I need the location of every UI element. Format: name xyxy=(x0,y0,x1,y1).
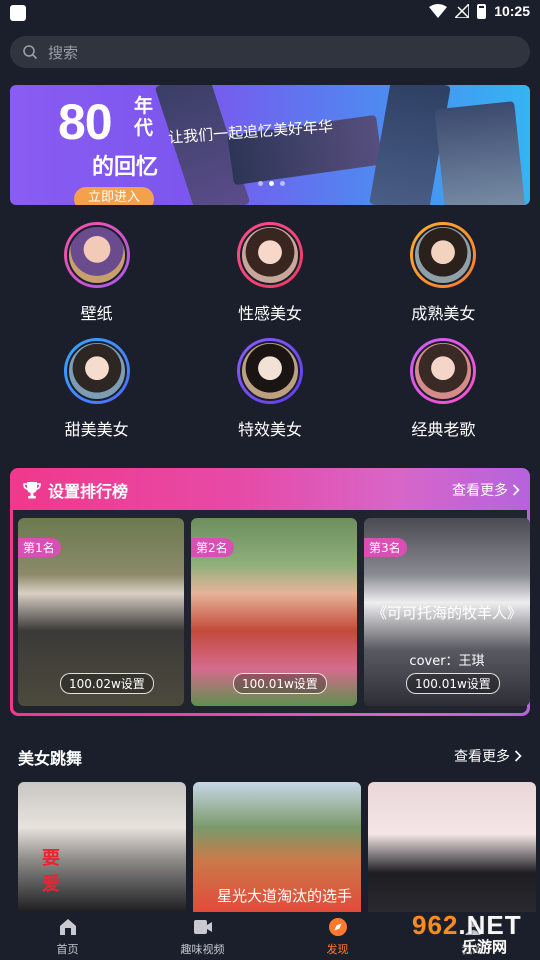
ranking-more-link[interactable]: 查看更多 xyxy=(452,480,520,500)
ranking-header: 设置排行榜 xyxy=(22,478,128,502)
category-label: 甜美美女 xyxy=(64,420,129,439)
nav-label: 发现 xyxy=(326,943,349,956)
nav-discover[interactable]: 发现 xyxy=(270,912,405,960)
rank-badge: 第1名 xyxy=(18,538,61,557)
banner-pagination xyxy=(258,181,285,186)
ranking-card-2[interactable]: 第2名 100.01w设置 xyxy=(191,518,357,706)
nav-label: 趣味视频 xyxy=(180,943,225,956)
dance-list: 要爱 星光大道淘汰的选手 xyxy=(18,782,536,912)
ranking-card-3[interactable]: 第3名 《可可托海的牧羊人》 cover：王琪 100.01w设置 xyxy=(364,518,530,706)
rank-badge: 第2名 xyxy=(191,538,234,557)
ranking-title: 设置排行榜 xyxy=(48,482,129,501)
compass-icon xyxy=(328,918,347,936)
dance-section-title: 美女跳舞 xyxy=(18,749,83,768)
dance-more-link[interactable]: 查看更多 xyxy=(454,746,522,766)
film-strip-image xyxy=(434,101,526,205)
avatar xyxy=(63,338,130,404)
avatar xyxy=(236,222,303,288)
chevron-right-icon xyxy=(512,484,520,496)
chevron-right-icon xyxy=(514,750,522,762)
ranking-section: 设置排行榜 查看更多 第1名 100.02w设置 第2名 100.01w设置 第… xyxy=(10,468,530,716)
category-label: 成熟美女 xyxy=(411,304,476,323)
avatar xyxy=(410,338,477,404)
no-signal-icon xyxy=(455,4,470,18)
category-sweet[interactable]: 甜美美女 xyxy=(10,338,183,440)
site-watermark: 962.NET 乐游网 xyxy=(404,908,534,956)
watermark-site: 乐游网 xyxy=(462,938,508,956)
category-wallpaper[interactable]: 壁纸 xyxy=(10,222,183,324)
pagination-dot xyxy=(280,181,285,186)
avatar xyxy=(236,338,303,404)
dance-card-3[interactable] xyxy=(368,782,536,912)
status-time: 10:25 xyxy=(494,3,530,19)
cover-caption: cover：王琪 xyxy=(409,654,485,669)
more-label: 查看更多 xyxy=(452,483,508,499)
banner-nian-dai: 年代 xyxy=(134,95,154,139)
home-icon xyxy=(59,919,76,935)
category-label: 壁纸 xyxy=(80,304,113,323)
category-label: 特效美女 xyxy=(237,420,302,439)
video-icon xyxy=(193,920,212,934)
notification-icon xyxy=(10,5,26,21)
more-label: 查看更多 xyxy=(454,749,510,765)
pagination-dot-active xyxy=(269,181,274,186)
dance-card-1[interactable]: 要爱 xyxy=(18,782,186,912)
avatar xyxy=(63,222,130,288)
wifi-icon xyxy=(429,4,448,18)
search-bar[interactable]: 搜索 xyxy=(10,36,530,68)
banner-number: 80 xyxy=(58,94,113,150)
dance-vertical-text: 要爱 xyxy=(42,848,60,895)
category-mature[interactable]: 成熟美女 xyxy=(357,222,530,324)
status-bar: 10:25 xyxy=(0,0,540,26)
views-badge: 100.01w设置 xyxy=(233,673,327,694)
category-grid: 壁纸 性感美女 成熟美女 甜美美女 特效美女 经典老歌 xyxy=(10,222,530,440)
battery-icon xyxy=(477,3,487,19)
dance-card-2[interactable]: 星光大道淘汰的选手 xyxy=(193,782,361,912)
views-badge: 100.01w设置 xyxy=(406,673,500,694)
banner-huiyi: 的回忆 xyxy=(92,155,159,180)
pagination-dot xyxy=(258,181,263,186)
avatar xyxy=(410,222,477,288)
category-label: 性感美女 xyxy=(237,304,302,323)
watermark-digits: 962 xyxy=(412,910,459,940)
nav-videos[interactable]: 趣味视频 xyxy=(135,912,270,960)
trophy-icon xyxy=(23,482,41,499)
banner-enter-button[interactable]: 立即进入 xyxy=(74,187,154,205)
views-badge: 100.02w设置 xyxy=(60,673,154,694)
dance-caption: 星光大道淘汰的选手 xyxy=(217,887,353,905)
nav-home[interactable]: 首页 xyxy=(0,912,135,960)
search-placeholder: 搜索 xyxy=(48,43,79,62)
category-label: 经典老歌 xyxy=(411,420,476,439)
ranking-list: 第1名 100.02w设置 第2名 100.01w设置 第3名 《可可托海的牧羊… xyxy=(18,518,530,706)
nav-label: 首页 xyxy=(56,943,79,956)
search-icon xyxy=(23,45,38,60)
rank-badge: 第3名 xyxy=(364,538,407,557)
category-sexy[interactable]: 性感美女 xyxy=(183,222,356,324)
category-effects[interactable]: 特效美女 xyxy=(183,338,356,440)
category-classic-songs[interactable]: 经典老歌 xyxy=(357,338,530,440)
promo-banner[interactable]: 80 年代 的回忆 让我们一起追忆美好年华 立即进入 xyxy=(10,85,530,205)
song-caption: 《可可托海的牧羊人》 xyxy=(371,604,522,622)
ranking-card-1[interactable]: 第1名 100.02w设置 xyxy=(18,518,184,706)
